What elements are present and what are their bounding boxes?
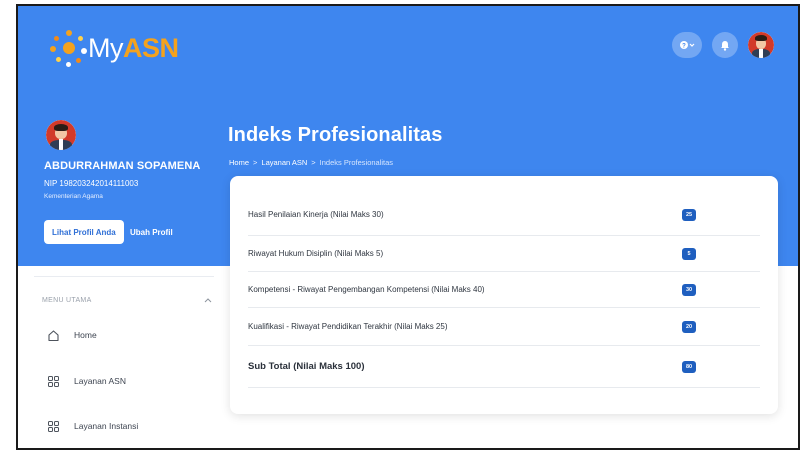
score-row: Kompetensi - Riwayat Pengembangan Kompet… bbox=[248, 272, 760, 308]
subtotal-label: Sub Total (Nilai Maks 100) bbox=[248, 361, 365, 372]
app-frame: MyASN ? ABDURRAHMAN SOPAMENA NIP 1982032… bbox=[16, 4, 800, 450]
score-label: Kompetensi - Riwayat Pengembangan Kompet… bbox=[248, 285, 485, 294]
view-profile-button[interactable]: Lihat Profil Anda bbox=[44, 220, 124, 244]
score-row: Hasil Penilaian Kinerja (Nilai Maks 30) … bbox=[248, 194, 760, 236]
home-icon bbox=[46, 328, 60, 342]
score-badge: 30 bbox=[682, 283, 696, 296]
sidebar-item-label: Layanan ASN bbox=[74, 376, 126, 386]
breadcrumb-separator: > bbox=[253, 158, 258, 167]
logo-text-my: My bbox=[88, 32, 124, 63]
sidebar-item-home[interactable]: Home bbox=[46, 328, 97, 342]
user-avatar[interactable] bbox=[748, 32, 774, 58]
sidebar-item-label: Layanan Instansi bbox=[74, 421, 139, 431]
subtotal-row: Sub Total (Nilai Maks 100) 80 bbox=[248, 346, 760, 388]
breadcrumb-current: Indeks Profesionalitas bbox=[319, 158, 394, 167]
profile-nip: NIP 198203242014111003 bbox=[44, 179, 139, 188]
score-badge: 25 bbox=[682, 208, 696, 221]
score-badge: 20 bbox=[682, 320, 696, 333]
sidebar-item-label: Home bbox=[74, 330, 97, 340]
myasn-logo[interactable]: MyASN bbox=[48, 28, 179, 68]
grid-icon bbox=[46, 374, 60, 388]
breadcrumb-home[interactable]: Home bbox=[229, 158, 249, 167]
page-title: Indeks Profesionalitas bbox=[228, 124, 443, 146]
score-row: Kualifikasi - Riwayat Pendidikan Terakhi… bbox=[248, 308, 760, 346]
logo-text-asn: ASN bbox=[123, 32, 179, 63]
sidebar-item-layanan-instansi[interactable]: Layanan Instansi bbox=[46, 419, 138, 433]
profile-name: ABDURRAHMAN SOPAMENA bbox=[44, 160, 201, 172]
breadcrumb-layanan-asn[interactable]: Layanan ASN bbox=[261, 158, 307, 167]
score-card: Hasil Penilaian Kinerja (Nilai Maks 30) … bbox=[230, 176, 778, 414]
bell-icon[interactable] bbox=[712, 32, 738, 58]
menu-section-label: MENU UTAMA bbox=[42, 297, 92, 304]
logo-burst-icon bbox=[48, 28, 90, 68]
score-label: Kualifikasi - Riwayat Pendidikan Terakhi… bbox=[248, 322, 448, 331]
breadcrumb: Home > Layanan ASN > Indeks Profesionali… bbox=[229, 158, 393, 167]
grid-icon bbox=[46, 419, 60, 433]
subtotal-badge: 80 bbox=[682, 360, 696, 373]
breadcrumb-separator: > bbox=[311, 158, 316, 167]
score-badge: 5 bbox=[682, 247, 696, 260]
score-label: Riwayat Hukum Disiplin (Nilai Maks 5) bbox=[248, 249, 384, 258]
sidebar-divider bbox=[34, 276, 214, 277]
edit-profile-button[interactable]: Ubah Profil bbox=[130, 220, 173, 244]
svg-text:?: ? bbox=[682, 44, 686, 50]
header-actions: ? bbox=[672, 32, 774, 58]
score-label: Hasil Penilaian Kinerja (Nilai Maks 30) bbox=[248, 210, 384, 219]
score-row: Riwayat Hukum Disiplin (Nilai Maks 5) 5 bbox=[248, 236, 760, 272]
menu-section-header[interactable]: MENU UTAMA bbox=[42, 297, 212, 305]
help-icon[interactable]: ? bbox=[672, 32, 702, 58]
profile-avatar bbox=[46, 120, 76, 150]
chevron-up-icon[interactable] bbox=[204, 297, 212, 305]
profile-organization: Kementerian Agama bbox=[44, 193, 103, 200]
sidebar-item-layanan-asn[interactable]: Layanan ASN bbox=[46, 374, 126, 388]
